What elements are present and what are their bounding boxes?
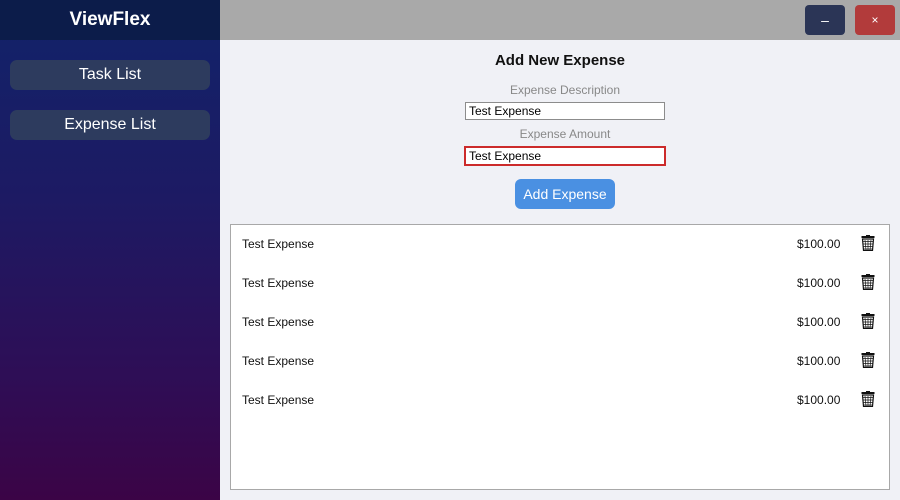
expense-description: Test Expense [242, 237, 315, 251]
sidebar-item-task-list[interactable]: Task List [10, 60, 210, 90]
expense-description-input[interactable] [465, 102, 665, 120]
trash-icon[interactable] [861, 352, 875, 369]
sidebar: ViewFlex Task List Expense List [0, 0, 220, 500]
expense-amount: $100.00 [797, 315, 841, 329]
expense-description: Test Expense [242, 393, 315, 407]
expense-list: Test Expense $100.00 Test Expense $100.00 Te… [230, 224, 890, 490]
sidebar-item-expense-list[interactable]: Expense List [10, 110, 210, 140]
close-button[interactable]: × [855, 5, 895, 35]
expense-description: Test Expense [242, 276, 315, 290]
minimize-button[interactable]: – [805, 5, 845, 35]
expense-amount: $100.00 [797, 276, 841, 290]
expense-row: Test Expense $100.00 [231, 342, 889, 381]
expense-description-label: Expense Description [509, 83, 621, 97]
app-title: ViewFlex [0, 0, 220, 40]
expense-description: Test Expense [242, 354, 315, 368]
trash-icon[interactable] [861, 274, 875, 291]
expense-amount: $100.00 [797, 237, 841, 251]
expense-amount: $100.00 [797, 354, 841, 368]
title-bar: – × [220, 0, 900, 40]
trash-icon[interactable] [861, 235, 875, 252]
expense-row: Test Expense $100.00 [231, 264, 889, 303]
expense-amount-input[interactable] [464, 146, 666, 166]
expense-row: Test Expense $100.00 [231, 303, 889, 342]
add-expense-button[interactable]: Add Expense [515, 179, 615, 209]
expense-description: Test Expense [242, 315, 315, 329]
form-title: Add New Expense [494, 52, 626, 69]
expense-amount: $100.00 [797, 393, 841, 407]
expense-row: Test Expense $100.00 [231, 381, 889, 420]
expense-amount-label: Expense Amount [519, 127, 611, 141]
trash-icon[interactable] [861, 391, 875, 408]
trash-icon[interactable] [861, 313, 875, 330]
expense-row: Test Expense $100.00 [231, 225, 889, 264]
